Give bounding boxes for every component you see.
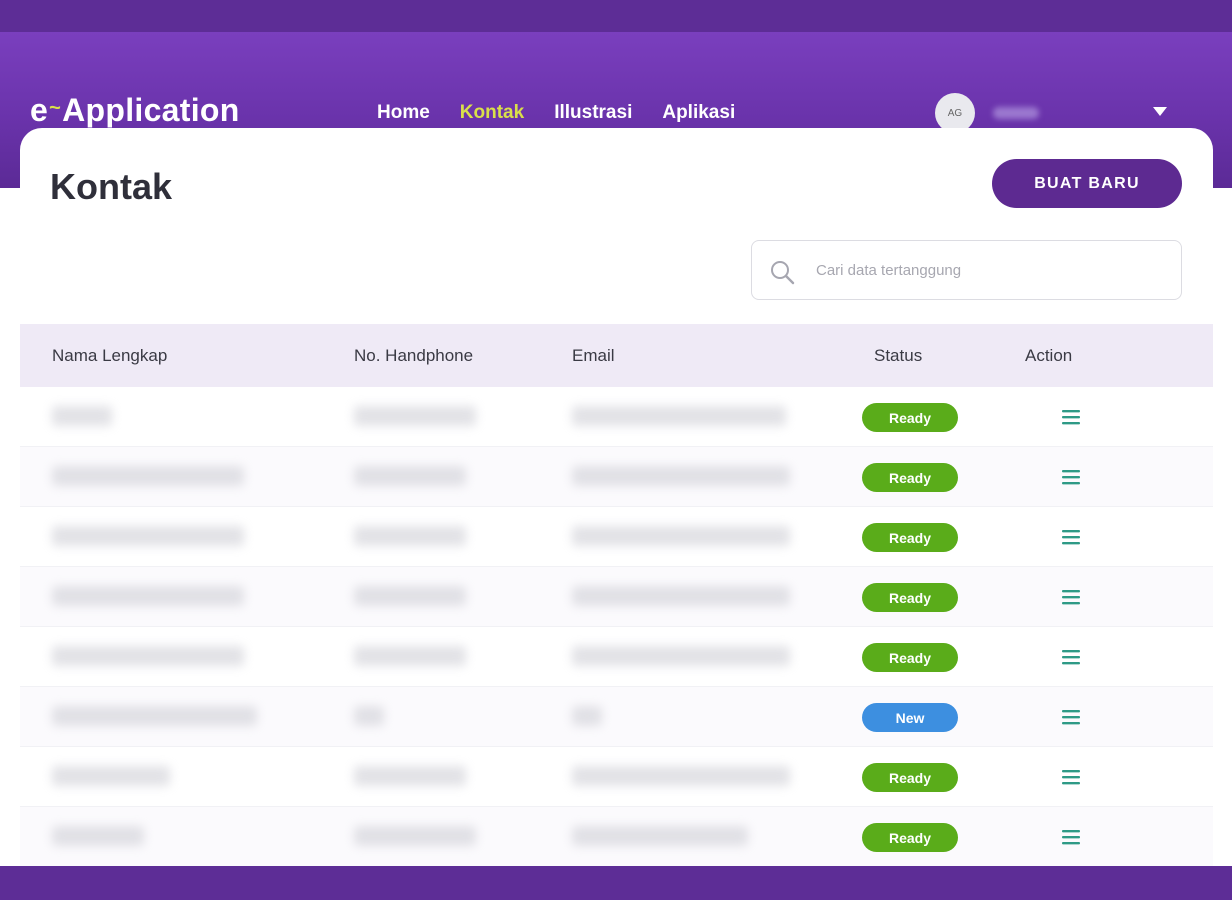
table-row: New xyxy=(20,687,1213,747)
menu-icon[interactable] xyxy=(1061,647,1081,667)
user-menu[interactable]: AG xyxy=(935,93,1039,133)
cell-email xyxy=(572,646,790,666)
cell-email xyxy=(572,526,790,546)
menu-icon[interactable] xyxy=(1061,527,1081,547)
cell-name xyxy=(52,766,170,786)
cell-name xyxy=(52,586,244,606)
status-badge: Ready xyxy=(862,583,958,612)
cell-email xyxy=(572,766,790,786)
cell-name xyxy=(52,526,244,546)
status-badge: New xyxy=(862,703,958,732)
search-icon xyxy=(771,261,795,285)
table-row: Ready xyxy=(20,387,1213,447)
caret-down-icon[interactable] xyxy=(1153,107,1167,116)
menu-icon[interactable] xyxy=(1061,407,1081,427)
cell-name xyxy=(52,466,244,486)
menu-icon[interactable] xyxy=(1061,467,1081,487)
status-badge: Ready xyxy=(862,763,958,792)
logo[interactable]: e~Application xyxy=(30,92,240,129)
cell-email xyxy=(572,706,602,726)
content-card: Kontak BUAT BARU Nama Lengkap No. Handph… xyxy=(20,128,1213,873)
cell-phone xyxy=(354,646,466,666)
column-header-name[interactable]: Nama Lengkap xyxy=(52,346,167,366)
logo-tilde-icon: ~ xyxy=(49,97,62,119)
menu-icon[interactable] xyxy=(1061,707,1081,727)
table-row: Ready xyxy=(20,567,1213,627)
table-body: Ready Ready Ready Ready Ready New Ready … xyxy=(20,387,1213,867)
avatar[interactable]: AG xyxy=(935,93,975,133)
cell-name xyxy=(52,826,144,846)
nav-item-aplikasi[interactable]: Aplikasi xyxy=(662,102,735,124)
column-header-phone[interactable]: No. Handphone xyxy=(354,346,473,366)
cell-email xyxy=(572,466,790,486)
menu-icon[interactable] xyxy=(1061,587,1081,607)
bottom-strip xyxy=(0,866,1232,900)
create-new-button[interactable]: BUAT BARU xyxy=(992,159,1182,208)
cell-name xyxy=(52,646,244,666)
cell-name xyxy=(52,706,257,726)
search-input[interactable] xyxy=(816,241,1166,299)
nav-item-kontak[interactable]: Kontak xyxy=(460,102,524,138)
table-row: Ready xyxy=(20,447,1213,507)
cell-name xyxy=(52,406,112,426)
table-row: Ready xyxy=(20,807,1213,867)
cell-email xyxy=(572,586,790,606)
menu-icon[interactable] xyxy=(1061,767,1081,787)
cell-phone xyxy=(354,766,466,786)
status-badge: Ready xyxy=(862,463,958,492)
cell-phone xyxy=(354,586,466,606)
status-badge: Ready xyxy=(862,523,958,552)
cell-phone xyxy=(354,826,476,846)
search-box[interactable] xyxy=(751,240,1182,300)
cell-email xyxy=(572,826,748,846)
menu-icon[interactable] xyxy=(1061,827,1081,847)
table-row: Ready xyxy=(20,747,1213,807)
column-header-action: Action xyxy=(1025,346,1073,365)
nav-item-illustrasi[interactable]: Illustrasi xyxy=(554,102,632,124)
cell-phone xyxy=(354,466,466,486)
logo-text: Application xyxy=(62,92,240,128)
column-header-email[interactable]: Email xyxy=(572,346,615,366)
cell-phone xyxy=(354,406,476,426)
column-header-status[interactable]: Status xyxy=(874,346,922,366)
logo-prefix: e xyxy=(30,92,49,128)
cell-email xyxy=(572,406,786,426)
main-nav: Home Kontak Illustrasi Aplikasi xyxy=(377,102,735,138)
nav-item-home[interactable]: Home xyxy=(377,102,430,124)
user-name-blurred xyxy=(993,107,1039,119)
status-badge: Ready xyxy=(862,823,958,852)
table-header: Nama Lengkap No. Handphone Email Status … xyxy=(20,324,1213,387)
table-row: Ready xyxy=(20,507,1213,567)
cell-phone xyxy=(354,526,466,546)
status-badge: Ready xyxy=(862,403,958,432)
page-title: Kontak xyxy=(50,166,173,207)
cell-phone xyxy=(354,706,384,726)
status-badge: Ready xyxy=(862,643,958,672)
table-row: Ready xyxy=(20,627,1213,687)
top-strip xyxy=(0,0,1232,32)
